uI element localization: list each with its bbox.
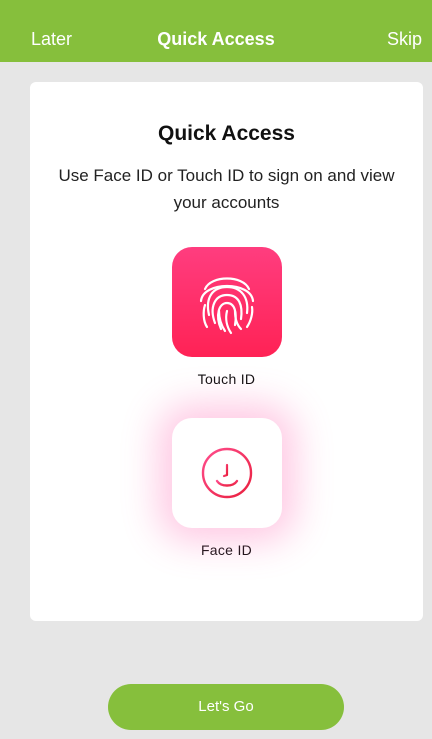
card-subtitle: Use Face ID or Touch ID to sign on and v…	[58, 166, 395, 212]
touch-id-option: Touch ID	[30, 247, 423, 387]
face-id-label: Face ID	[200, 542, 253, 558]
card-title: Quick Access	[158, 122, 295, 145]
touch-id-button[interactable]	[171, 247, 282, 357]
touch-id-label: Touch ID	[197, 371, 256, 387]
quick-access-screen: Later Quick Access Skip Quick Access Use…	[0, 0, 432, 739]
face-id-button[interactable]	[171, 418, 282, 528]
later-button[interactable]: Later	[31, 0, 72, 62]
lets-go-button[interactable]: Let's Go	[108, 684, 344, 730]
top-nav-bar: Later Quick Access Skip	[0, 0, 432, 62]
face-id-option: Face ID	[30, 418, 423, 558]
fingerprint-icon	[199, 277, 254, 335]
face-icon	[201, 447, 252, 499]
skip-button[interactable]: Skip	[387, 0, 422, 62]
quick-access-card: Quick Access Use Face ID or Touch ID to …	[30, 82, 423, 621]
